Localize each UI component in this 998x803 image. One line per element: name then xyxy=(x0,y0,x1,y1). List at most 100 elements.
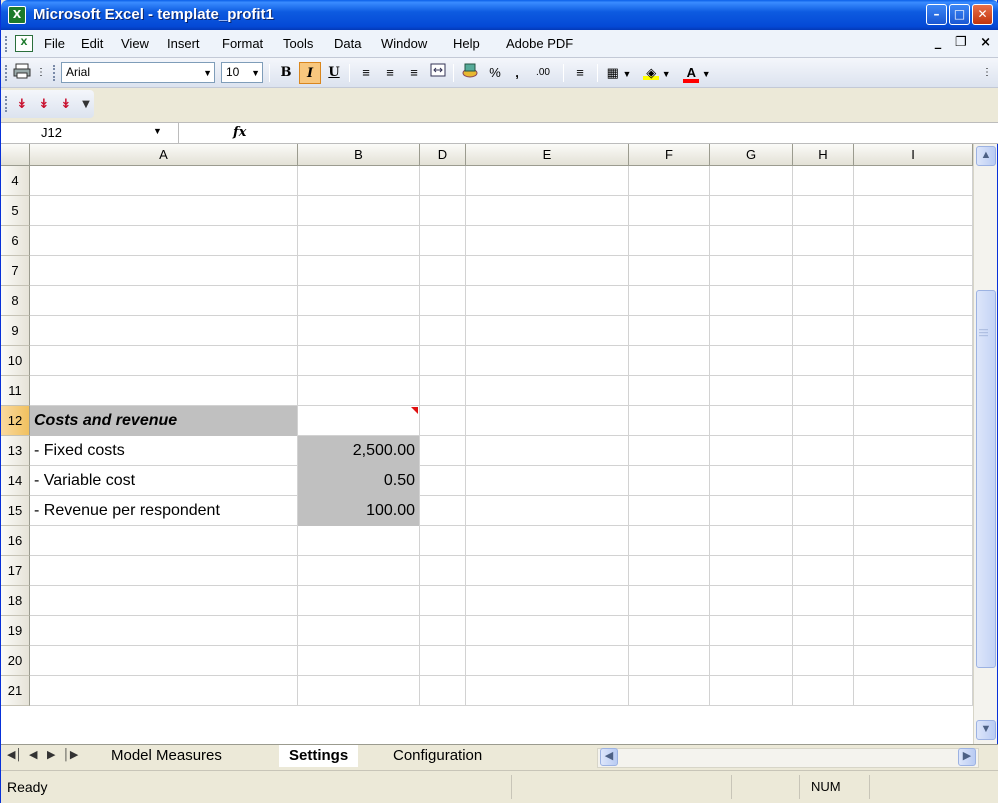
cell[interactable] xyxy=(466,256,629,286)
menu-adobe-pdf[interactable]: Adobe PDF xyxy=(506,36,573,51)
cell[interactable] xyxy=(710,496,793,526)
cell[interactable] xyxy=(793,526,854,556)
minimize-button[interactable]: – xyxy=(926,4,947,25)
menu-help[interactable]: Help xyxy=(453,36,480,51)
row-header[interactable]: 11 xyxy=(1,376,30,406)
convert-and-email-icon[interactable]: ↡ xyxy=(35,96,53,114)
scrollbar-thumb[interactable] xyxy=(976,290,996,668)
toolbar-grip[interactable] xyxy=(5,65,8,81)
cell-b10[interactable] xyxy=(298,346,420,376)
fill-color-icon[interactable]: ◈ ▼ xyxy=(639,62,675,84)
cell[interactable] xyxy=(710,586,793,616)
cell[interactable] xyxy=(793,316,854,346)
column-header-g[interactable]: G xyxy=(710,144,793,166)
cell[interactable] xyxy=(793,286,854,316)
row-header[interactable]: 8 xyxy=(1,286,30,316)
title-bar[interactable]: X Microsoft Excel - template_profit1 – □… xyxy=(1,0,998,30)
column-header-d[interactable]: D xyxy=(420,144,466,166)
menu-tools[interactable]: Tools xyxy=(283,36,313,51)
cell[interactable] xyxy=(793,616,854,646)
cell[interactable] xyxy=(629,286,710,316)
row-header[interactable]: 4 xyxy=(1,166,30,196)
cell[interactable] xyxy=(629,316,710,346)
cell[interactable] xyxy=(854,286,973,316)
sheet-tab-model-measures[interactable]: Model Measures xyxy=(101,745,232,767)
cell[interactable] xyxy=(854,676,973,706)
first-sheet-button[interactable]: ◀│ xyxy=(7,748,22,761)
cell[interactable] xyxy=(420,556,466,586)
row-header[interactable]: 6 xyxy=(1,226,30,256)
cell-b13[interactable]: 2,500.00 xyxy=(298,436,420,466)
comma-style-button[interactable]: , xyxy=(509,62,525,84)
toolbar-grip[interactable] xyxy=(5,96,8,112)
cell[interactable] xyxy=(710,406,793,436)
cell[interactable] xyxy=(629,256,710,286)
cell[interactable] xyxy=(854,586,973,616)
cell[interactable] xyxy=(710,646,793,676)
cell[interactable] xyxy=(793,466,854,496)
cell[interactable] xyxy=(854,556,973,586)
cell[interactable] xyxy=(629,436,710,466)
align-center-icon[interactable]: ≡ xyxy=(379,62,401,84)
cell[interactable] xyxy=(793,406,854,436)
cell-a7[interactable] xyxy=(30,256,298,286)
cell[interactable] xyxy=(629,556,710,586)
toolbar-options-icon[interactable]: ⋮ xyxy=(35,62,47,84)
cell[interactable] xyxy=(710,556,793,586)
cell[interactable] xyxy=(854,496,973,526)
cell[interactable] xyxy=(420,676,466,706)
menu-file[interactable]: File xyxy=(44,36,65,51)
toolbar-grip[interactable] xyxy=(53,65,56,81)
font-size-combo[interactable]: 10 ▼ xyxy=(221,62,263,83)
cell[interactable] xyxy=(420,496,466,526)
currency-style-icon[interactable] xyxy=(459,62,481,84)
cell-a15[interactable]: - Revenue per respondent xyxy=(30,496,298,526)
cell[interactable] xyxy=(854,256,973,286)
cell[interactable] xyxy=(629,376,710,406)
cell[interactable] xyxy=(466,166,629,196)
maximize-button[interactable]: □ xyxy=(949,4,970,25)
row-header[interactable]: 12 xyxy=(1,406,30,436)
cell-a18[interactable] xyxy=(30,586,298,616)
worksheet-grid[interactable]: A B D E F G H I Costs and revenue - Fixed… xyxy=(1,144,973,744)
vertical-scrollbar[interactable]: ▲ ― ― ― ▼ xyxy=(973,144,997,744)
cell[interactable] xyxy=(793,556,854,586)
cell-a8[interactable] xyxy=(30,286,298,316)
convert-and-review-icon[interactable]: ↡ xyxy=(57,96,75,114)
row-header[interactable]: 19 xyxy=(1,616,30,646)
cell[interactable] xyxy=(466,196,629,226)
cell[interactable] xyxy=(710,676,793,706)
cell[interactable] xyxy=(854,166,973,196)
cell[interactable] xyxy=(710,166,793,196)
cell-b6[interactable] xyxy=(298,226,420,256)
column-header-b[interactable]: B xyxy=(298,144,420,166)
cell[interactable] xyxy=(466,226,629,256)
cell-b9[interactable] xyxy=(298,316,420,346)
cell[interactable] xyxy=(854,436,973,466)
cell-b17[interactable] xyxy=(298,556,420,586)
cell[interactable] xyxy=(420,406,466,436)
cell[interactable] xyxy=(466,556,629,586)
cell[interactable] xyxy=(629,646,710,676)
menu-format[interactable]: Format xyxy=(222,36,263,51)
align-right-icon[interactable]: ≡ xyxy=(403,62,425,84)
cell[interactable] xyxy=(466,286,629,316)
cell[interactable] xyxy=(854,466,973,496)
cell-a20[interactable] xyxy=(30,646,298,676)
horizontal-scrollbar[interactable]: ◀ ▶ xyxy=(597,748,979,768)
column-header-h[interactable]: H xyxy=(793,144,854,166)
cell[interactable] xyxy=(710,286,793,316)
cell[interactable] xyxy=(420,226,466,256)
column-header-a[interactable]: A xyxy=(30,144,298,166)
cell[interactable] xyxy=(710,526,793,556)
increase-decimal-button[interactable]: .00 xyxy=(529,62,557,84)
sheet-tab-settings[interactable]: Settings xyxy=(279,745,359,767)
cell[interactable] xyxy=(420,616,466,646)
cell-b5[interactable] xyxy=(298,196,420,226)
cell-b20[interactable] xyxy=(298,646,420,676)
cell-a11[interactable] xyxy=(30,376,298,406)
cell[interactable] xyxy=(629,466,710,496)
cell[interactable] xyxy=(466,316,629,346)
scroll-down-button[interactable]: ▼ xyxy=(976,720,996,740)
excel-icon[interactable]: X xyxy=(8,6,26,24)
